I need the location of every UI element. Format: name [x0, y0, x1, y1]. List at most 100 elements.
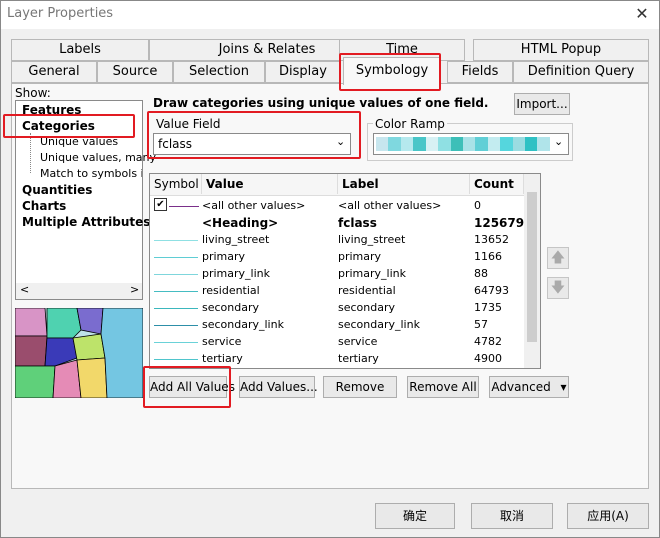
color-ramp-label: Color Ramp: [373, 117, 447, 131]
table-row[interactable]: primary primary 1166: [150, 249, 532, 266]
import-button[interactable]: Import...: [514, 93, 570, 115]
row-count: 88: [474, 267, 488, 280]
layer-properties-dialog: Layer Properties ✕ Labels Joins & Relate…: [0, 0, 660, 538]
tree-line: [30, 133, 31, 173]
move-down-icon[interactable]: 🡇: [547, 277, 569, 299]
row-label: <all other values>: [338, 199, 442, 212]
symbol-line-icon: [154, 240, 198, 241]
tab-labels[interactable]: Labels: [11, 39, 149, 61]
chevron-down-icon[interactable]: ⌄: [554, 135, 563, 148]
checkbox-icon[interactable]: ✔: [154, 198, 167, 211]
apply-button[interactable]: 应用(A): [567, 503, 649, 529]
map-region: [72, 333, 106, 361]
table-vertical-scrollbar[interactable]: [524, 174, 540, 368]
row-count: 125679: [474, 216, 525, 230]
row-label: fclass: [338, 216, 377, 230]
row-count: 57: [474, 318, 488, 331]
color-ramp-select[interactable]: ⌄: [373, 133, 569, 155]
symbol-line-icon: [154, 274, 198, 275]
map-region: [46, 308, 82, 339]
map-region: [76, 308, 104, 335]
tree-match-symbols[interactable]: Match to symbols in a: [40, 167, 142, 180]
table-row[interactable]: primary_link primary_link 88: [150, 266, 532, 283]
row-value: secondary: [202, 301, 260, 314]
move-up-icon[interactable]: 🡅: [547, 247, 569, 269]
table-row[interactable]: service service 4782: [150, 334, 532, 351]
scroll-left-arrow-icon[interactable]: <: [20, 283, 29, 296]
symbol-line-icon: [154, 257, 198, 258]
row-value: primary_link: [202, 267, 271, 280]
row-count: 1735: [474, 301, 502, 314]
ok-button[interactable]: 确定: [375, 503, 455, 529]
window-title: Layer Properties: [7, 6, 114, 21]
table-row[interactable]: residential residential 64793: [150, 283, 532, 300]
color-ramp-preview: [376, 137, 550, 151]
table-row[interactable]: secondary_link secondary_link 57: [150, 317, 532, 334]
table-row[interactable]: <Heading> fclass 125679: [150, 215, 532, 232]
color-ramp-swatch: [413, 137, 426, 151]
highlight-symbology-tab: [339, 53, 441, 91]
table-row[interactable]: ✔ <all other values> <all other values> 0: [150, 198, 532, 215]
tab-selection[interactable]: Selection: [173, 61, 265, 83]
symbology-preview-map: [15, 308, 143, 398]
row-count: 1166: [474, 250, 502, 263]
column-header-value[interactable]: Value: [202, 174, 338, 194]
row-label: primary_link: [338, 267, 407, 280]
remove-button[interactable]: Remove: [323, 376, 397, 398]
map-region: [15, 308, 48, 337]
color-ramp-swatch: [487, 137, 501, 151]
map-region: [15, 335, 48, 367]
scrollbar-thumb[interactable]: [527, 192, 537, 342]
column-header-count[interactable]: Count: [470, 174, 524, 194]
tree-unique-values-many[interactable]: Unique values, many: [40, 151, 156, 164]
highlight-add-all-values: [143, 366, 231, 408]
symbol-line-icon: [154, 325, 198, 326]
tab-source[interactable]: Source: [97, 61, 173, 83]
column-header-label[interactable]: Label: [338, 174, 470, 194]
row-label: secondary_link: [338, 318, 420, 331]
show-label: Show:: [15, 86, 51, 100]
tab-fields[interactable]: Fields: [447, 61, 513, 83]
unique-values-table[interactable]: Symbol Value Label Count ✔ <all other val…: [149, 173, 541, 369]
table-row[interactable]: secondary secondary 1735: [150, 300, 532, 317]
column-header-symbol[interactable]: Symbol: [150, 174, 202, 194]
tab-general[interactable]: General: [11, 61, 97, 83]
color-ramp-swatch: [462, 137, 476, 151]
color-ramp-swatch: [425, 137, 439, 151]
highlight-value-field: [147, 111, 361, 159]
symbol-line-icon: [169, 206, 199, 207]
tab-html-popup[interactable]: HTML Popup: [473, 39, 649, 61]
tree-quantities[interactable]: Quantities: [22, 183, 92, 197]
color-ramp-swatch: [500, 137, 513, 151]
tab-definition-query[interactable]: Definition Query: [513, 61, 649, 83]
cancel-button[interactable]: 取消: [471, 503, 553, 529]
table-row[interactable]: living_street living_street 13652: [150, 232, 532, 249]
tab-display[interactable]: Display: [265, 61, 341, 83]
tree-horizontal-scrollbar[interactable]: < >: [16, 283, 142, 299]
close-icon[interactable]: ✕: [629, 3, 655, 25]
color-ramp-swatch: [512, 137, 526, 151]
color-ramp-swatch: [475, 137, 488, 151]
row-label: primary: [338, 250, 382, 263]
table-header: Symbol Value Label Count: [150, 174, 524, 196]
row-label: residential: [338, 284, 396, 297]
row-value: residential: [202, 284, 260, 297]
row-count: 4782: [474, 335, 502, 348]
remove-all-button[interactable]: Remove All: [407, 376, 479, 398]
row-value: living_street: [202, 233, 270, 246]
add-values-button[interactable]: Add Values...: [239, 376, 318, 398]
title-bar: Layer Properties ✕: [1, 1, 659, 29]
scroll-right-arrow-icon[interactable]: >: [130, 283, 139, 296]
advanced-button[interactable]: Advanced ▾: [489, 376, 569, 398]
row-count: 13652: [474, 233, 509, 246]
color-ramp-swatch: [537, 137, 550, 151]
row-label: service: [338, 335, 378, 348]
tree-multiple-attributes[interactable]: Multiple Attributes: [22, 215, 150, 229]
symbol-line-icon: [154, 342, 198, 343]
dropdown-arrow-icon: ▾: [560, 380, 567, 394]
map-region: [15, 365, 56, 398]
tree-charts[interactable]: Charts: [22, 199, 66, 213]
row-count: 64793: [474, 284, 509, 297]
map-region: [100, 308, 143, 398]
row-label: tertiary: [338, 352, 379, 365]
